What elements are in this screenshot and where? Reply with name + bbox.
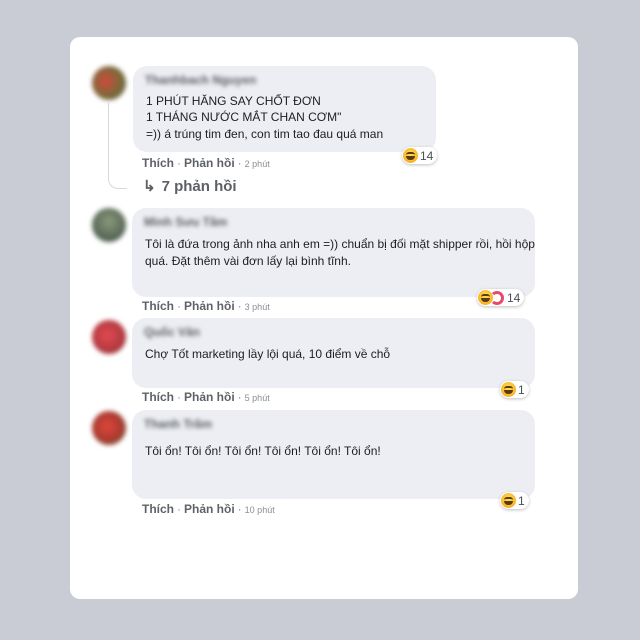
haha-reaction-icon [478, 290, 493, 305]
like-button[interactable]: Thích [142, 390, 174, 404]
comment-author[interactable]: Minh Sưu Tầm [144, 215, 227, 229]
comment-text-line: 1 THÁNG NƯỚC MẮT CHAN CƠM" [146, 110, 342, 124]
comment-time: 2 phút [244, 159, 270, 169]
like-button[interactable]: Thích [142, 502, 174, 516]
comment-bubble: Minh Sưu Tầm Tôi là đứa trong ảnh nha an… [132, 208, 535, 297]
reaction-count: 1 [518, 493, 525, 508]
separator-dot: · [237, 299, 242, 313]
separator-dot: · [177, 156, 181, 170]
comment-text-line: 1 PHÚT HĂNG SAY CHỐT ĐƠN [146, 94, 321, 108]
reaction-count: 14 [507, 290, 521, 305]
reaction-badge[interactable]: 14 [402, 147, 438, 164]
comment-author[interactable]: Thanhbach Nguyen [145, 73, 256, 87]
comment-time: 5 phút [244, 393, 270, 403]
separator-dot: · [177, 299, 181, 313]
separator-dot: · [237, 390, 242, 404]
comment-bubble: Quốc Văn Chợ Tốt marketing lầy lội quá, … [132, 318, 535, 388]
avatar[interactable] [92, 320, 126, 354]
reply-button[interactable]: Phản hồi [184, 299, 235, 313]
reply-button[interactable]: Phản hồi [184, 390, 235, 404]
replies-count-label: 7 phản hồi [161, 178, 237, 195]
comment-bubble: Thanh Trâm Tôi ổn! Tôi ổn! Tôi ổn! Tôi ổ… [132, 410, 535, 499]
separator-dot: · [237, 156, 242, 170]
comment-text-line: =)) á trúng tim đen, con tim tao đau quá… [146, 127, 384, 141]
comment-time: 3 phút [244, 302, 270, 312]
comment-text-line: Tôi ổn! Tôi ổn! Tôi ổn! Tôi ổn! Tôi ổn! … [145, 444, 381, 458]
comment-actions: Thích · Phản hồi · 10 phút [142, 502, 275, 516]
separator-dot: · [237, 502, 242, 516]
reply-thread-line [108, 103, 127, 189]
comment-text-line: Chợ Tốt marketing lầy lội quá, 10 điểm v… [145, 347, 391, 361]
comment-actions: Thích · Phản hồi · 3 phút [142, 299, 270, 313]
comment-bubble: Thanhbach Nguyen 1 PHÚT HĂNG SAY CHỐT ĐƠ… [133, 66, 436, 152]
avatar[interactable] [92, 66, 126, 100]
reaction-badge[interactable]: 1 [500, 381, 529, 398]
separator-dot: · [177, 502, 181, 516]
reaction-count: 14 [420, 148, 434, 163]
comment-actions: Thích · Phản hồi · 2 phút [142, 156, 270, 170]
like-button[interactable]: Thích [142, 299, 174, 313]
avatar[interactable] [92, 411, 126, 445]
comment-time: 10 phút [244, 505, 275, 515]
reply-button[interactable]: Phản hồi [184, 502, 235, 516]
reaction-count: 1 [518, 382, 525, 397]
reply-arrow-icon: ↳ [143, 178, 156, 195]
separator-dot: · [177, 390, 181, 404]
like-button[interactable]: Thích [142, 156, 174, 170]
comment-actions: Thích · Phản hồi · 5 phút [142, 390, 270, 404]
reply-button[interactable]: Phản hồi [184, 156, 235, 170]
comment-text-line: quá. Đặt thêm vài đơn lấy lại bình tĩnh. [145, 254, 351, 268]
reaction-badge[interactable]: 14 [477, 289, 525, 306]
comment-author[interactable]: Quốc Văn [144, 325, 200, 339]
comment-author[interactable]: Thanh Trâm [144, 417, 212, 431]
haha-reaction-icon [501, 382, 516, 397]
comment-text-line: Tôi là đứa trong ảnh nha anh em =)) chuẩ… [145, 237, 535, 251]
reaction-badge[interactable]: 1 [500, 492, 529, 509]
haha-reaction-icon [501, 493, 516, 508]
view-replies-link[interactable]: ↳ 7 phản hồi [143, 177, 237, 195]
comments-card: Thanhbach Nguyen 1 PHÚT HĂNG SAY CHỐT ĐƠ… [70, 37, 578, 599]
haha-reaction-icon [403, 148, 418, 163]
avatar[interactable] [92, 208, 126, 242]
